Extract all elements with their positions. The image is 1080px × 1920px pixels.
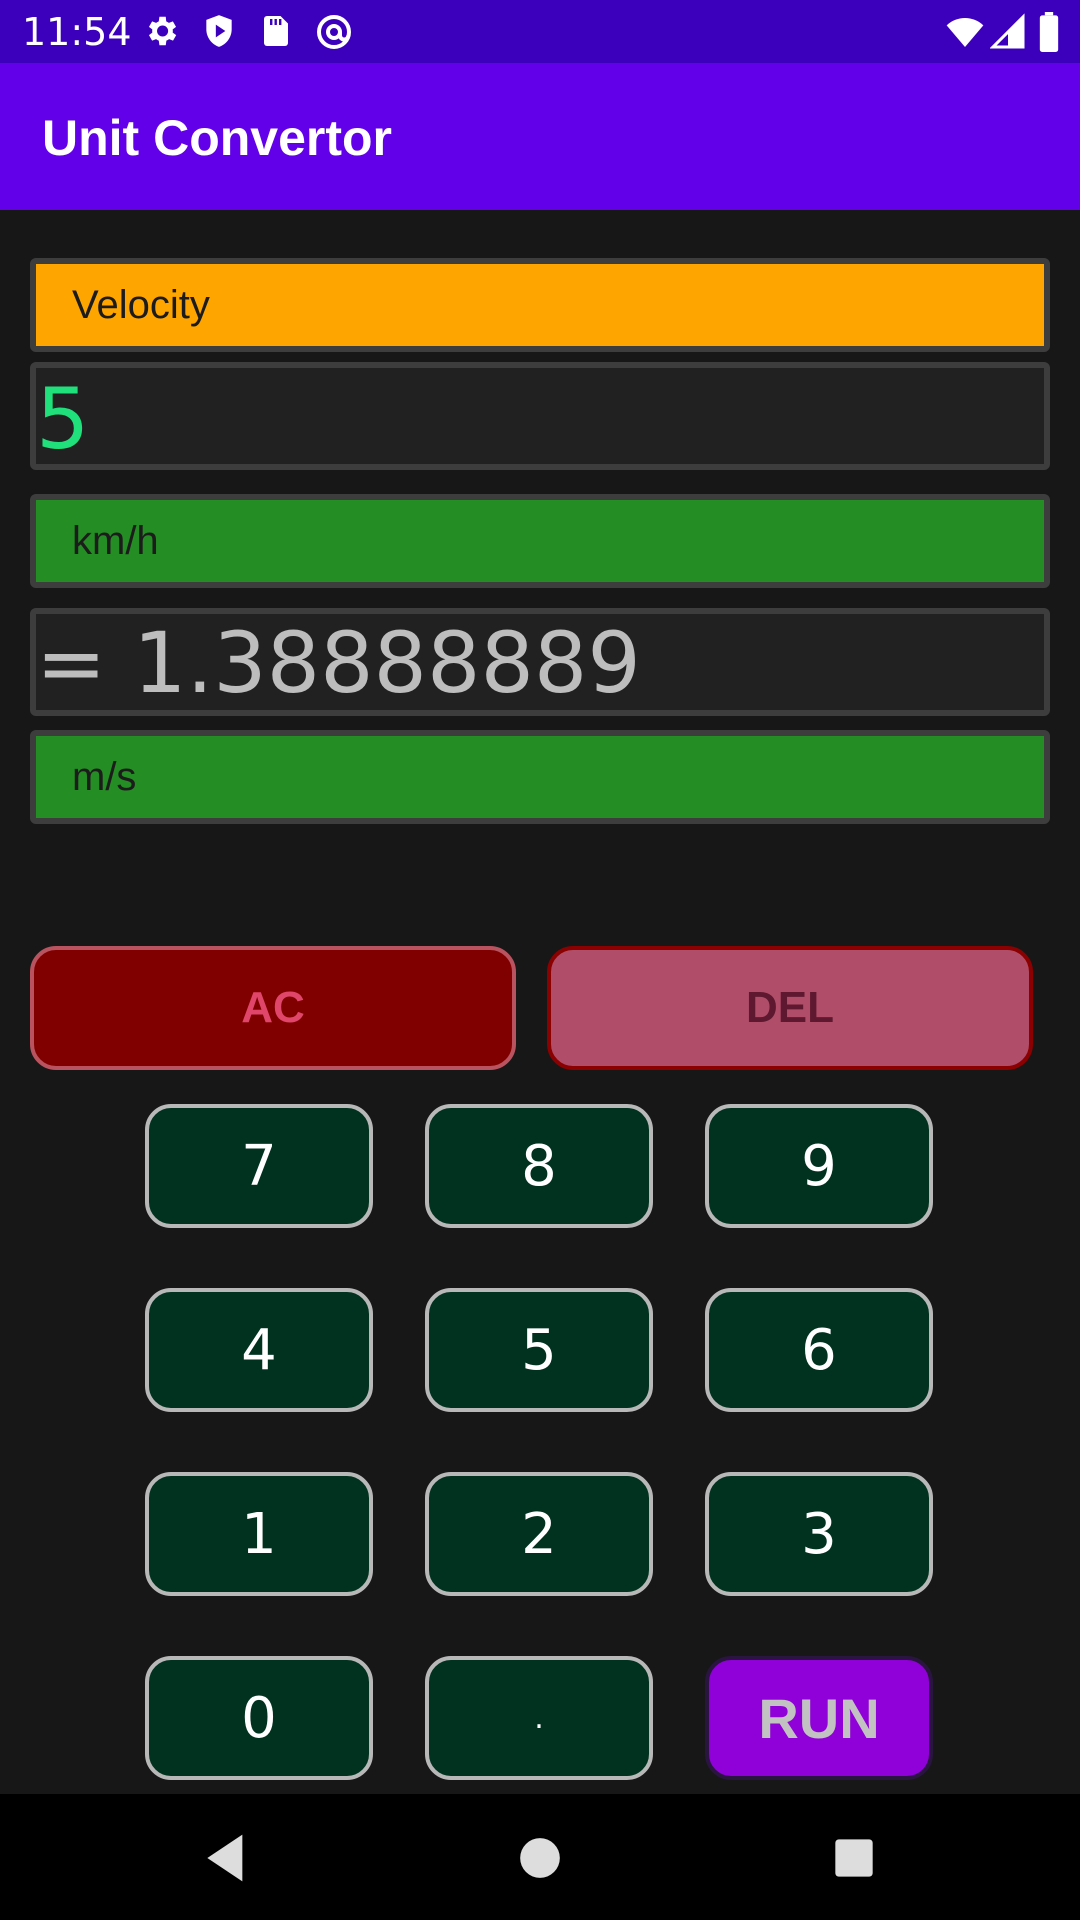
- key-0[interactable]: 0: [145, 1656, 373, 1780]
- key-5[interactable]: 5: [425, 1288, 653, 1412]
- to-unit-dropdown[interactable]: m/s: [30, 730, 1050, 824]
- input-value: 5: [36, 370, 90, 468]
- shield-play-icon: [200, 12, 238, 55]
- run-button[interactable]: RUN: [705, 1656, 933, 1780]
- home-icon[interactable]: [512, 1830, 568, 1886]
- key-decimal[interactable]: .: [425, 1656, 653, 1780]
- input-field[interactable]: 5: [30, 362, 1050, 470]
- gear-icon: [142, 12, 180, 55]
- app-title: Unit Convertor: [42, 110, 392, 166]
- key-7[interactable]: 7: [145, 1104, 373, 1228]
- recents-icon[interactable]: [826, 1830, 882, 1886]
- result-display: = 1.38888889: [30, 608, 1050, 716]
- status-bar: 11:54: [0, 0, 1080, 63]
- wifi-icon: [944, 12, 986, 57]
- key-1[interactable]: 1: [145, 1472, 373, 1596]
- result-value: = 1.38888889: [36, 614, 641, 712]
- ac-button[interactable]: AC: [30, 946, 516, 1070]
- from-unit-dropdown[interactable]: km/h: [30, 494, 1050, 588]
- back-icon[interactable]: [198, 1830, 254, 1886]
- key-4[interactable]: 4: [145, 1288, 373, 1412]
- key-9[interactable]: 9: [705, 1104, 933, 1228]
- key-3[interactable]: 3: [705, 1472, 933, 1596]
- app-bar: Unit Convertor: [0, 63, 1080, 210]
- key-8[interactable]: 8: [425, 1104, 653, 1228]
- signal-icon: [989, 12, 1026, 57]
- del-button[interactable]: DEL: [547, 946, 1033, 1070]
- battery-icon: [1038, 12, 1060, 57]
- category-dropdown[interactable]: Velocity: [30, 258, 1050, 352]
- status-time: 11:54: [22, 10, 132, 54]
- at-sign-icon: [314, 12, 354, 57]
- key-2[interactable]: 2: [425, 1472, 653, 1596]
- sd-card-icon: [258, 12, 294, 55]
- navigation-bar: [0, 1794, 1080, 1920]
- key-6[interactable]: 6: [705, 1288, 933, 1412]
